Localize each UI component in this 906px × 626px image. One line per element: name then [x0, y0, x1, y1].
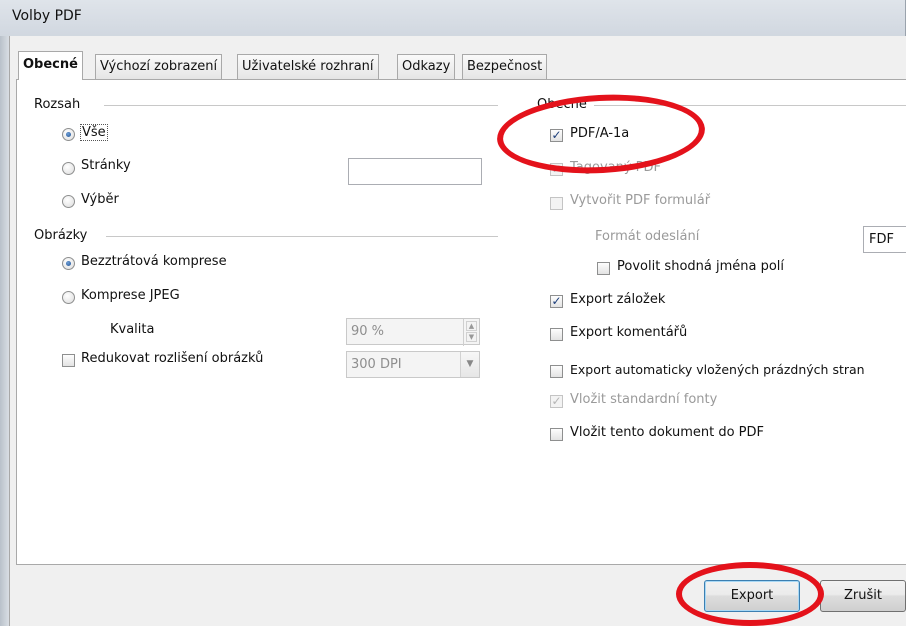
range-section-divider [104, 105, 498, 106]
export-comments-label: Export komentářů [570, 325, 688, 340]
range-pages-input[interactable] [348, 158, 482, 185]
range-selection-radio[interactable] [62, 195, 75, 208]
general-section-label: Obecné [537, 97, 587, 112]
submit-format-dropdown[interactable]: FDF [863, 226, 906, 253]
export-comments-checkbox[interactable] [550, 328, 563, 341]
embed-fonts-checkbox[interactable]: ✓ [550, 395, 563, 408]
chevron-down-icon[interactable]: ▼ [460, 352, 479, 377]
cancel-button[interactable]: Zrušit [820, 580, 906, 612]
images-section-divider [106, 236, 498, 237]
export-bookmarks-label: Export záložek [570, 292, 666, 307]
spin-up-icon[interactable]: ▲ [466, 321, 477, 331]
export-button[interactable]: Export [704, 580, 800, 612]
tagged-pdf-label: Tagovaný PDF [570, 160, 662, 175]
embed-document-label: Vložit tento dokument do PDF [570, 425, 765, 440]
pdfa-checkbox[interactable]: ✓ [550, 129, 563, 142]
images-section-label: Obrázky [34, 228, 88, 243]
general-section-divider [594, 105, 906, 106]
quality-value: 90 % [351, 324, 385, 339]
range-selection-label: Výběr [81, 192, 119, 207]
embed-fonts-label: Vložit standardní fonty [570, 392, 718, 407]
spin-down-icon[interactable]: ▼ [466, 332, 477, 342]
quality-spinbox[interactable]: 90 % ▲ ▼ [346, 318, 480, 346]
export-bookmarks-checkbox[interactable]: ✓ [550, 295, 563, 308]
quality-label: Kvalita [110, 322, 155, 337]
resolution-value: 300 DPI [351, 357, 402, 372]
quality-spinner[interactable]: ▲ ▼ [463, 319, 479, 346]
range-pages-radio[interactable] [62, 162, 75, 175]
export-blank-pages-label: Export automaticky vložených prázdných s… [570, 362, 865, 377]
tagged-pdf-checkbox[interactable]: ✓ [550, 163, 563, 176]
lossless-compression-radio[interactable] [62, 257, 75, 270]
reduce-resolution-checkbox[interactable] [62, 354, 75, 367]
jpeg-compression-radio[interactable] [62, 291, 75, 304]
allow-duplicate-names-checkbox[interactable] [597, 262, 610, 275]
export-blank-pages-checkbox[interactable] [550, 365, 563, 378]
range-all-label: Vše [80, 124, 108, 141]
lossless-compression-label: Bezztrátová komprese [81, 254, 227, 269]
create-form-label: Vytvořit PDF formulář [570, 193, 711, 208]
range-all-radio[interactable] [62, 128, 75, 141]
range-section-label: Rozsah [34, 97, 81, 112]
create-form-checkbox[interactable] [550, 197, 563, 210]
range-pages-label: Stránky [81, 158, 131, 173]
reduce-resolution-label: Redukovat rozlišení obrázků [81, 351, 264, 366]
allow-duplicate-names-label: Povolit shodná jména polí [617, 259, 785, 274]
embed-document-checkbox[interactable] [550, 428, 563, 441]
jpeg-compression-label: Komprese JPEG [81, 288, 180, 303]
submit-format-label: Formát odeslání [595, 229, 700, 244]
pdfa-label: PDF/A-1a [570, 126, 630, 141]
resolution-dropdown[interactable]: 300 DPI ▼ [346, 351, 480, 378]
